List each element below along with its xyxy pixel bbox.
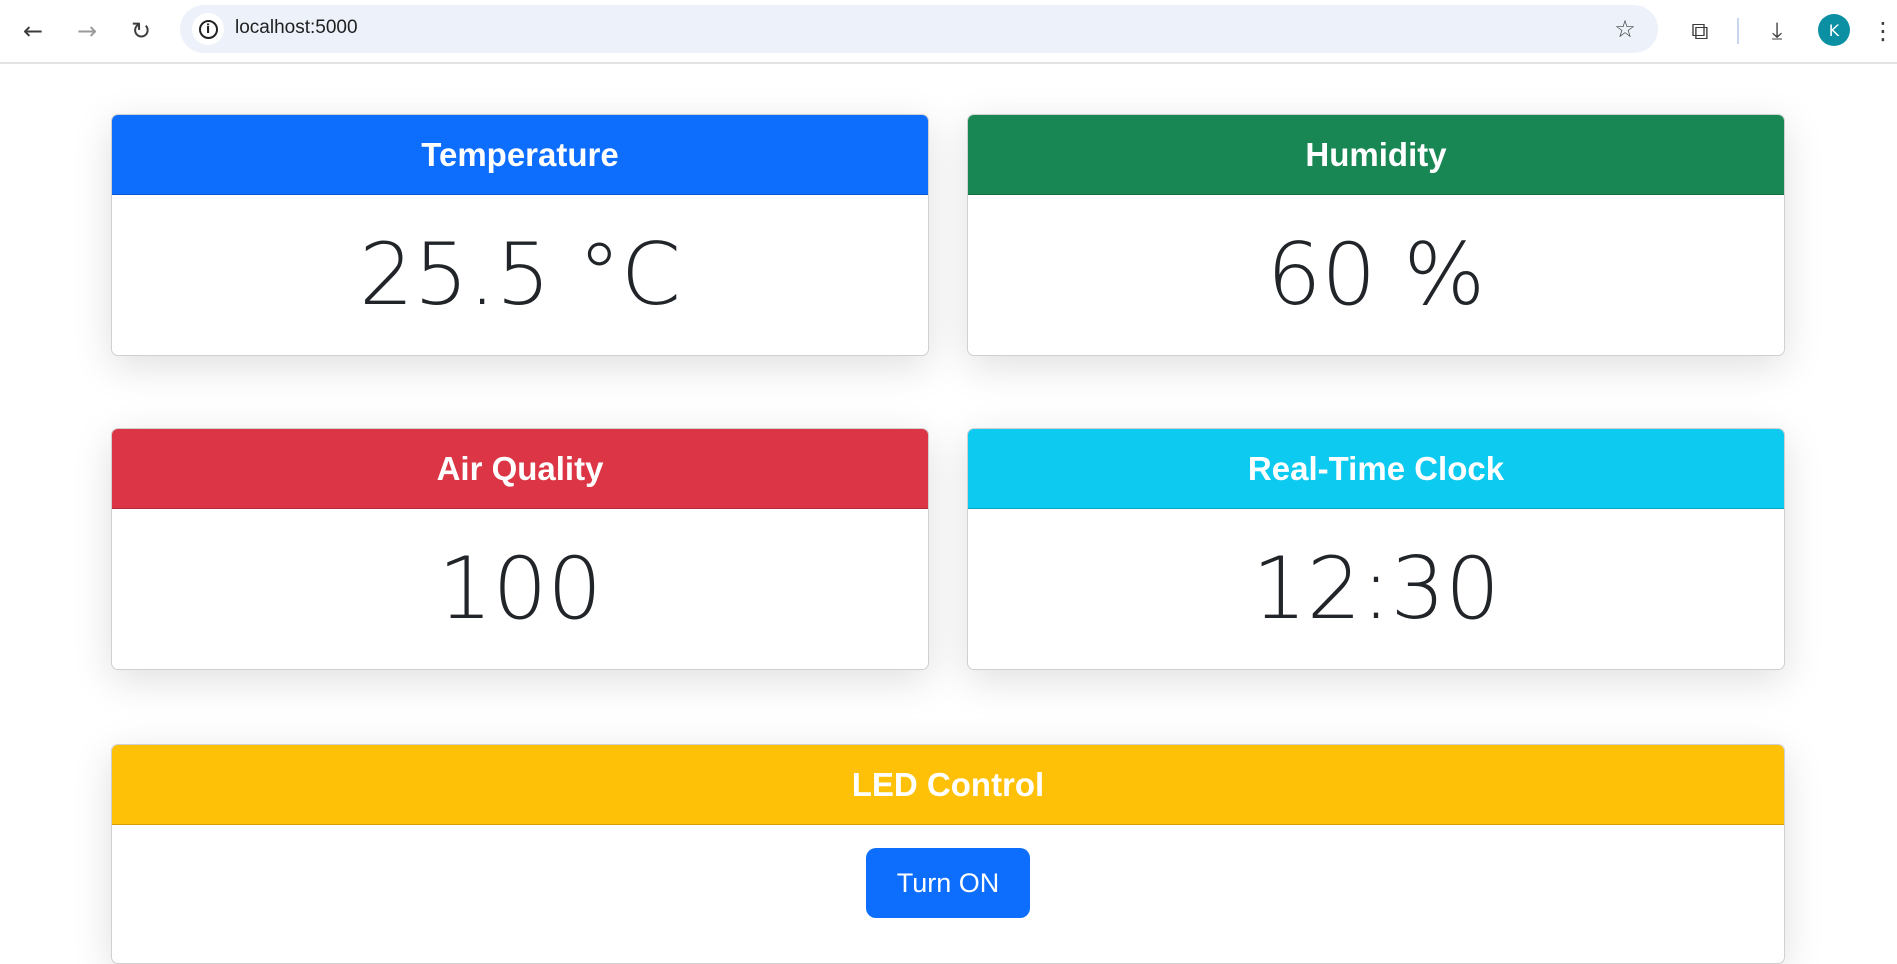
browser-toolbar: ← → ↻ i localhost:5000 ☆ ⧉ ⤓ K ⋮ — [0, 0, 1897, 64]
air-quality-card: Air Quality 100 — [111, 428, 929, 670]
avatar[interactable]: K — [1818, 14, 1850, 46]
card-title: Temperature — [112, 115, 928, 195]
humidity-card: Humidity 60 % — [967, 114, 1785, 356]
address-bar[interactable]: i localhost:5000 ☆ — [180, 5, 1658, 53]
extensions-icon[interactable]: ⧉ — [1683, 14, 1717, 48]
led-toggle-button[interactable]: Turn ON — [866, 848, 1030, 918]
menu-icon[interactable]: ⋮ — [1866, 14, 1897, 48]
temperature-card: Temperature 25.5 °C — [111, 114, 929, 356]
url-text[interactable]: localhost:5000 — [235, 17, 358, 39]
card-title: LED Control — [112, 745, 1784, 825]
card-title: Humidity — [968, 115, 1784, 195]
clock-value: 12:30 — [1252, 539, 1500, 639]
clock-card: Real-Time Clock 12:30 — [967, 428, 1785, 670]
download-icon[interactable]: ⤓ — [1760, 14, 1794, 48]
forward-icon[interactable]: → — [70, 14, 104, 48]
card-title: Real-Time Clock — [968, 429, 1784, 509]
card-title: Air Quality — [112, 429, 928, 509]
reload-icon[interactable]: ↻ — [124, 14, 158, 48]
toolbar-divider — [1737, 18, 1739, 44]
humidity-value: 60 % — [1266, 225, 1486, 325]
air-quality-value: 100 — [437, 539, 603, 639]
bookmark-star-icon[interactable]: ☆ — [1608, 12, 1642, 46]
back-icon[interactable]: ← — [16, 14, 50, 48]
site-info-icon[interactable]: i — [192, 13, 224, 45]
temperature-value: 25.5 °C — [359, 225, 681, 325]
